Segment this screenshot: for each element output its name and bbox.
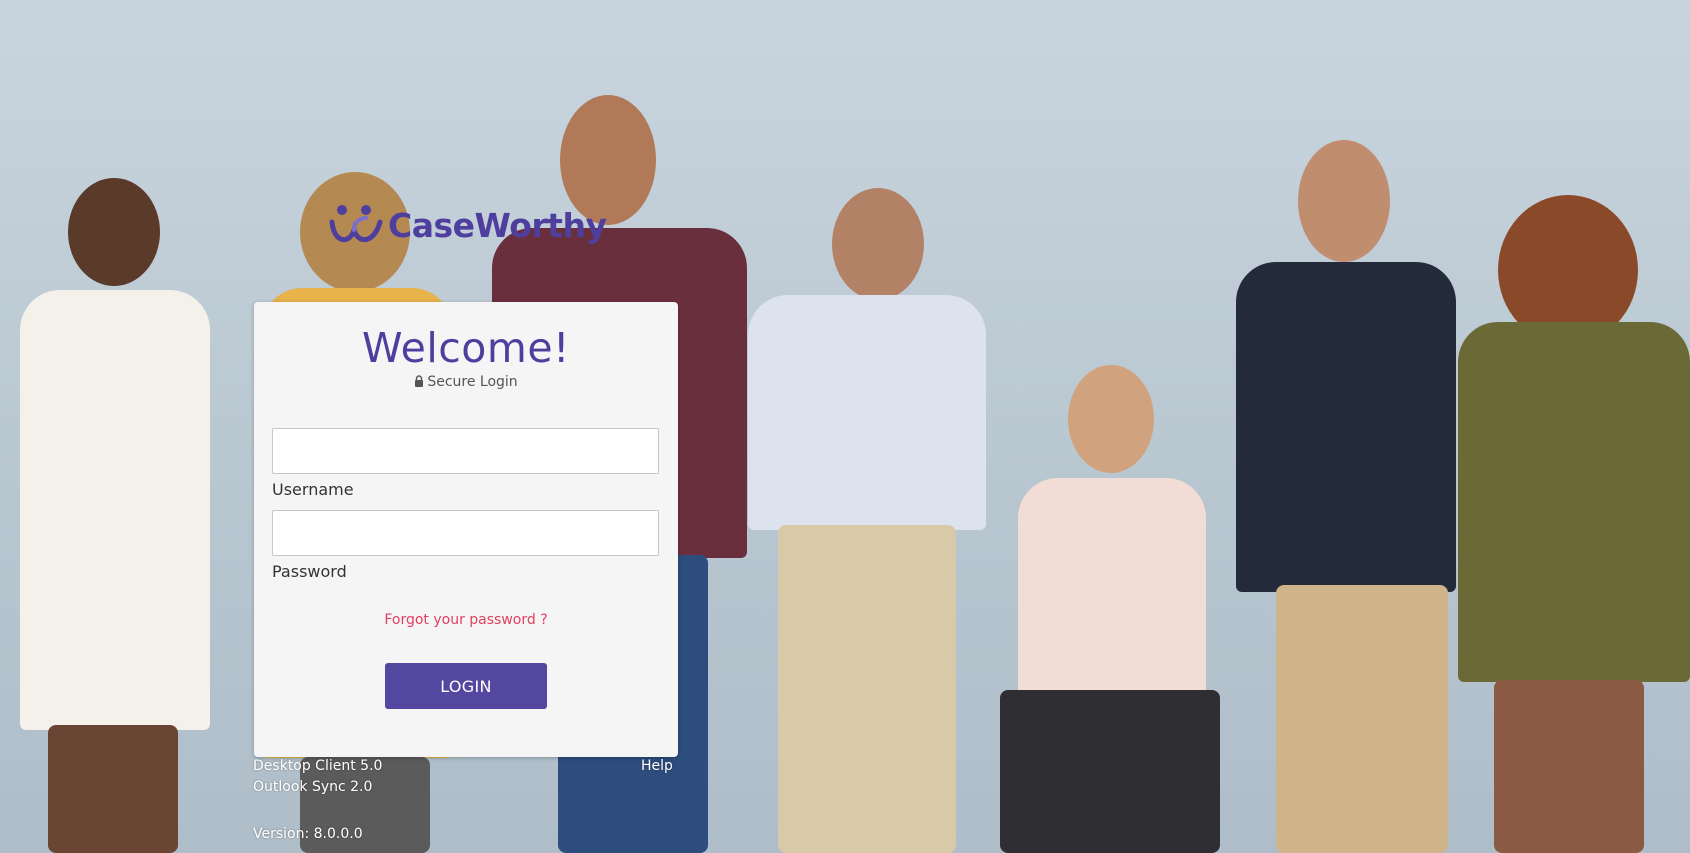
secure-login-caption: Secure Login (254, 374, 678, 390)
outlook-sync-link[interactable]: Outlook Sync 2.0 (253, 779, 372, 795)
welcome-title: Welcome! (362, 324, 570, 372)
username-input[interactable] (272, 428, 659, 474)
help-link[interactable]: Help (641, 758, 673, 774)
desktop-client-link[interactable]: Desktop Client 5.0 (253, 758, 382, 774)
username-label: Username (272, 480, 354, 499)
login-button[interactable]: LOGIN (385, 663, 547, 709)
login-card: Welcome! Secure Login Username Password … (254, 302, 678, 757)
version-label: Version: 8.0.0.0 (253, 826, 363, 842)
password-label: Password (272, 562, 347, 581)
password-input[interactable] (272, 510, 659, 556)
caseworthy-logo-icon (329, 205, 383, 242)
forgot-password-link[interactable]: Forgot your password ? (254, 612, 678, 628)
brand-name: CaseWorthy (388, 205, 607, 245)
brand-logo: CaseWorthy (328, 200, 607, 250)
lock-icon (415, 375, 424, 387)
secure-login-text: Secure Login (427, 374, 518, 390)
